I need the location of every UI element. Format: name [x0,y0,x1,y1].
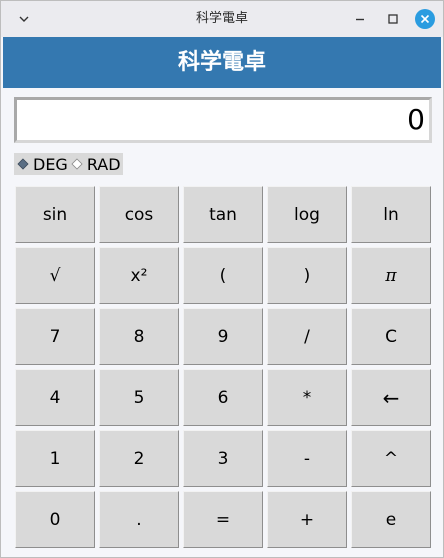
backspace-button[interactable]: ← [351,369,431,426]
digit-1-button[interactable]: 1 [15,430,95,487]
sin-button[interactable]: sin [15,186,95,243]
open-paren-button[interactable]: ( [183,247,263,304]
app-header-title: 科学電卓 [3,37,441,88]
pi-button[interactable]: π [351,247,431,304]
log-button[interactable]: log [267,186,347,243]
e-constant-button[interactable]: e [351,491,431,548]
angle-mode-selector: DEG RAD [14,153,123,175]
minimize-icon[interactable] [351,10,369,28]
divide-button[interactable]: / [267,308,347,365]
deg-label: DEG [33,154,68,174]
digit-2-button[interactable]: 2 [99,430,179,487]
digit-7-button[interactable]: 7 [15,308,95,365]
digit-0-button[interactable]: 0 [15,491,95,548]
window-title: 科学電卓 [195,11,248,26]
title-bar[interactable]: 科学電卓 [1,1,443,37]
result-display: 0 [14,97,432,143]
digit-8-button[interactable]: 8 [99,308,179,365]
close-paren-button[interactable]: ) [267,247,347,304]
digit-6-button[interactable]: 6 [183,369,263,426]
close-icon[interactable] [415,9,435,29]
add-button[interactable]: + [267,491,347,548]
cos-button[interactable]: cos [99,186,179,243]
keypad: sin cos tan log ln √ x² ( ) π 7 8 9 / C … [15,186,433,548]
equals-button[interactable]: = [183,491,263,548]
maximize-icon[interactable] [384,10,402,28]
radio-unselected-icon [71,158,83,170]
sqrt-button[interactable]: √ [15,247,95,304]
multiply-button[interactable]: * [267,369,347,426]
clear-button[interactable]: C [351,308,431,365]
calculator-window: 科学電卓 科学電卓 0 DEG RAD sin cos tan log ln √… [0,0,444,558]
digit-5-button[interactable]: 5 [99,369,179,426]
digit-4-button[interactable]: 4 [15,369,95,426]
rad-radio[interactable]: RAD [68,153,121,175]
tan-button[interactable]: tan [183,186,263,243]
digit-9-button[interactable]: 9 [183,308,263,365]
digit-3-button[interactable]: 3 [183,430,263,487]
subtract-button[interactable]: - [267,430,347,487]
ln-button[interactable]: ln [351,186,431,243]
square-button[interactable]: x² [99,247,179,304]
rad-label: RAD [86,154,121,174]
power-button[interactable]: ^ [351,430,431,487]
deg-radio[interactable]: DEG [14,153,68,175]
decimal-point-button[interactable]: . [99,491,179,548]
radio-selected-icon [17,158,29,170]
